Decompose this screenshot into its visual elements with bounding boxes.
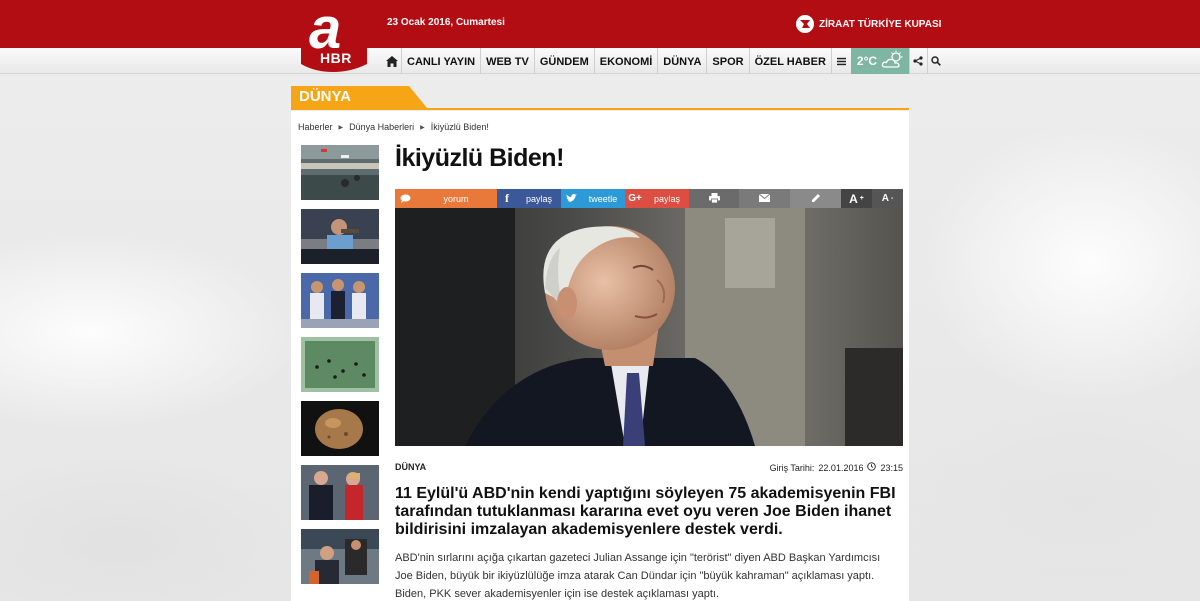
article-hero-image bbox=[395, 208, 903, 446]
related-news-thumb[interactable] bbox=[301, 273, 379, 328]
email-button[interactable] bbox=[739, 189, 790, 208]
google-share-button[interactable]: G+ paylaş bbox=[625, 189, 689, 208]
section-header: DÜNYA bbox=[291, 86, 909, 110]
font-increase-button[interactable]: A + bbox=[841, 189, 872, 208]
print-icon bbox=[708, 192, 720, 205]
google-plus-icon: G+ bbox=[628, 193, 642, 204]
ball-icon bbox=[796, 15, 814, 33]
breadcrumb-current: İkiyüzlü Biden! bbox=[430, 122, 489, 132]
nav-ekonomi[interactable]: EKONOMİ bbox=[593, 48, 658, 74]
cup-link-label: ZİRAAT TÜRKİYE KUPASI bbox=[819, 18, 942, 30]
menu-icon[interactable] bbox=[830, 48, 851, 74]
article-lead: 11 Eylül'ü ABD'nin kendi yaptığını söyle… bbox=[395, 485, 896, 538]
related-news-thumb[interactable] bbox=[301, 145, 379, 200]
article-headline: İkiyüzlü Biden! bbox=[395, 144, 564, 172]
related-news-thumb[interactable] bbox=[301, 529, 379, 584]
date-value: 22.01.2016 bbox=[818, 462, 864, 473]
pencil-icon bbox=[811, 193, 821, 205]
related-news-thumb[interactable] bbox=[301, 465, 379, 520]
font-decrease-button[interactable]: A- bbox=[872, 189, 903, 208]
related-news-thumb[interactable] bbox=[301, 401, 379, 456]
article-date: Giriş Tarihi: 22.01.2016 23:15 bbox=[770, 462, 903, 473]
article-body: ABD'nin sırlarını açığa çıkartan gazetec… bbox=[395, 552, 881, 600]
article-category[interactable]: DÜNYA bbox=[395, 462, 426, 472]
related-news-thumb[interactable] bbox=[301, 337, 379, 392]
main-navbar: CANLI YAYIN WEB TV GÜNDEM EKONOMİ DÜNYA … bbox=[0, 48, 1200, 74]
twitter-icon bbox=[561, 189, 581, 208]
logo-hbr-text: HBR bbox=[320, 50, 352, 66]
related-news-thumb[interactable] bbox=[301, 209, 379, 264]
cloud-sun-icon bbox=[881, 50, 907, 73]
share-icon[interactable] bbox=[908, 48, 927, 74]
edit-button[interactable] bbox=[790, 189, 841, 208]
section-title[interactable]: DÜNYA bbox=[291, 86, 427, 108]
minus-icon: - bbox=[890, 195, 894, 202]
print-button[interactable] bbox=[689, 189, 739, 208]
weather-temp: 2°C bbox=[856, 54, 878, 68]
header-date: 23 Ocak 2016, Cumartesi bbox=[387, 17, 505, 28]
cup-link[interactable]: ZİRAAT TÜRKİYE KUPASI bbox=[796, 14, 941, 34]
facebook-share-label: paylaş bbox=[525, 193, 552, 204]
caret-right-icon: ▶ bbox=[420, 124, 425, 131]
ahaber-logo[interactable]: a HBR bbox=[293, 0, 375, 72]
nav-gundem[interactable]: GÜNDEM bbox=[533, 48, 594, 74]
font-decrease-label: A bbox=[881, 193, 889, 204]
home-icon[interactable] bbox=[383, 48, 401, 74]
nav-spor[interactable]: SPOR bbox=[706, 48, 748, 74]
weather-widget[interactable]: 2°C bbox=[850, 48, 909, 74]
nav-ozel-haber[interactable]: ÖZEL HABER bbox=[748, 48, 831, 74]
clock-icon bbox=[867, 462, 877, 473]
nav-web-tv[interactable]: WEB TV bbox=[480, 48, 534, 74]
google-share-label: paylaş bbox=[653, 193, 680, 204]
facebook-icon: f bbox=[505, 191, 509, 205]
share-toolbar: yorum f paylaş tweetle G+ paylaş A + A - bbox=[395, 189, 903, 208]
twitter-share-button[interactable]: tweetle bbox=[561, 189, 625, 208]
breadcrumb-haberler[interactable]: Haberler bbox=[298, 122, 333, 132]
related-news-list bbox=[301, 145, 379, 593]
breadcrumb-dunya-haberleri[interactable]: Dünya Haberleri bbox=[349, 122, 414, 132]
font-increase-label: A bbox=[849, 191, 858, 206]
twitter-share-label: tweetle bbox=[588, 193, 618, 204]
date-label: Giriş Tarihi: bbox=[769, 462, 815, 473]
comment-button[interactable]: yorum bbox=[395, 189, 497, 208]
facebook-share-button[interactable]: f paylaş bbox=[497, 189, 561, 208]
caret-right-icon: ▶ bbox=[338, 124, 344, 131]
comment-label: yorum bbox=[443, 193, 469, 204]
time-value: 23:15 bbox=[880, 462, 903, 473]
envelope-icon bbox=[758, 193, 771, 204]
breadcrumb: Haberler ▶ Dünya Haberleri ▶ İkiyüzlü Bi… bbox=[298, 122, 489, 132]
nav-dunya[interactable]: DÜNYA bbox=[657, 48, 706, 74]
main-nav: CANLI YAYIN WEB TV GÜNDEM EKONOMİ DÜNYA … bbox=[383, 48, 945, 74]
comment-icon bbox=[395, 189, 415, 208]
search-icon[interactable] bbox=[926, 48, 945, 74]
content-panel: Haberler ▶ Dünya Haberleri ▶ İkiyüzlü Bi… bbox=[291, 111, 909, 601]
nav-canli-yayin[interactable]: CANLI YAYIN bbox=[401, 48, 480, 74]
plus-icon: + bbox=[859, 195, 864, 202]
top-bar: 23 Ocak 2016, Cumartesi ZİRAAT TÜRKİYE K… bbox=[0, 0, 1200, 48]
